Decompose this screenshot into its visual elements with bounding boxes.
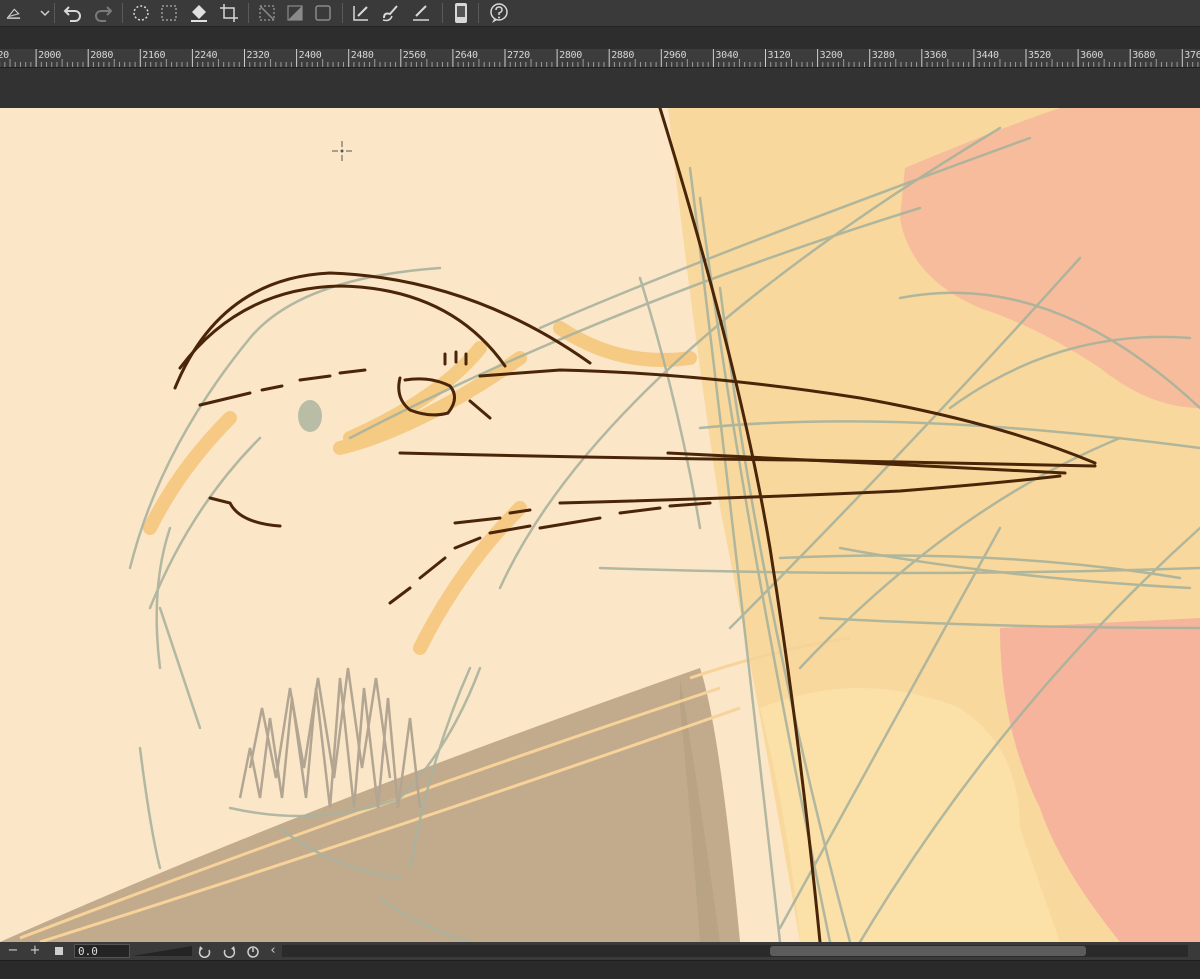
toolbar-divider [248, 3, 249, 23]
clear-selection-icon[interactable] [312, 2, 334, 24]
fit-window-button[interactable] [52, 942, 66, 960]
undo-icon[interactable] [62, 2, 84, 24]
ruler-label: 3120 [767, 50, 791, 61]
select-all-icon[interactable] [158, 2, 180, 24]
ruler-label: 2400 [298, 50, 322, 61]
ruler-label: 3680 [1132, 50, 1156, 61]
hide-selection-icon[interactable] [284, 2, 306, 24]
ruler-label: 2640 [454, 50, 478, 61]
paint-bucket-icon[interactable] [188, 2, 210, 24]
ruler-label: 3040 [715, 50, 739, 61]
dropdown-arrow-icon[interactable] [34, 2, 50, 24]
scroll-left-button[interactable]: ‹ [266, 942, 280, 960]
eraser-line-icon[interactable] [410, 2, 432, 24]
ruler-label: 2880 [611, 50, 635, 61]
reset-rotation-button[interactable] [246, 942, 260, 960]
ruler-label: 2080 [90, 50, 114, 61]
crop-icon[interactable] [218, 2, 240, 24]
help-icon[interactable] [488, 2, 510, 24]
drawing-canvas[interactable] [0, 108, 1200, 942]
ruler-label: 3600 [1080, 50, 1103, 61]
rotate-left-icon [198, 946, 211, 959]
zoom-out-button[interactable]: − [6, 942, 20, 960]
horizontal-ruler: 1920 2000 2080 2160 2240 2320 2400 2480 2560 2640… [0, 49, 1200, 68]
top-toolbar [0, 0, 1200, 27]
selection-icon[interactable] [130, 2, 152, 24]
ruler-label: 3520 [1028, 50, 1051, 61]
rotate-left-button[interactable] [198, 942, 212, 960]
toolbar-divider [54, 3, 55, 23]
rotate-right-icon [223, 946, 236, 959]
reset-rotation-icon [247, 946, 259, 958]
ruler-label: 3760 [1184, 50, 1200, 61]
toolbar-divider [442, 3, 443, 23]
transform-icon[interactable] [256, 2, 278, 24]
redo-icon[interactable] [92, 2, 114, 24]
ruler-label: 2000 [38, 50, 61, 61]
canvas-margin [0, 68, 1200, 108]
ruler-label: 2720 [507, 50, 530, 61]
ruler-label: 3200 [819, 50, 843, 61]
ruler-label: 3280 [871, 50, 895, 61]
ruler-ticks [0, 49, 1199, 67]
artwork [0, 108, 1200, 942]
ruler-label: 3360 [923, 50, 947, 61]
scrollbar-thumb[interactable] [770, 946, 1086, 956]
horizontal-scrollbar[interactable] [282, 945, 1188, 957]
brush-tool-icon[interactable] [380, 2, 402, 24]
toolbar-strip [0, 27, 1200, 49]
eye-shadow [298, 400, 322, 432]
ruler-label: 2480 [350, 50, 374, 61]
ruler-label: 1920 [0, 50, 9, 61]
toolbar-divider [122, 3, 123, 23]
ruler-label: 3440 [975, 50, 999, 61]
ruler-label: 2960 [663, 50, 687, 61]
ruler-label: 2560 [402, 50, 426, 61]
zoom-in-button[interactable]: + [28, 942, 42, 960]
zoom-value-field[interactable]: 0.0 [74, 944, 130, 958]
canvas-bottom-bar: − + 0.0 ‹ [0, 942, 1200, 960]
status-bar [0, 960, 1200, 979]
smartphone-icon[interactable] [450, 2, 472, 24]
pen-tool-icon[interactable] [350, 2, 372, 24]
toolbar-divider [342, 3, 343, 23]
toolbar-divider [478, 3, 479, 23]
fill-icon[interactable] [4, 2, 34, 24]
ruler-label: 2240 [194, 50, 218, 61]
rotate-right-button[interactable] [222, 942, 236, 960]
ruler-label: 2800 [559, 50, 582, 61]
zoom-slider[interactable] [132, 945, 192, 957]
ruler-label: 2320 [246, 50, 270, 61]
ruler-label: 2160 [142, 50, 166, 61]
